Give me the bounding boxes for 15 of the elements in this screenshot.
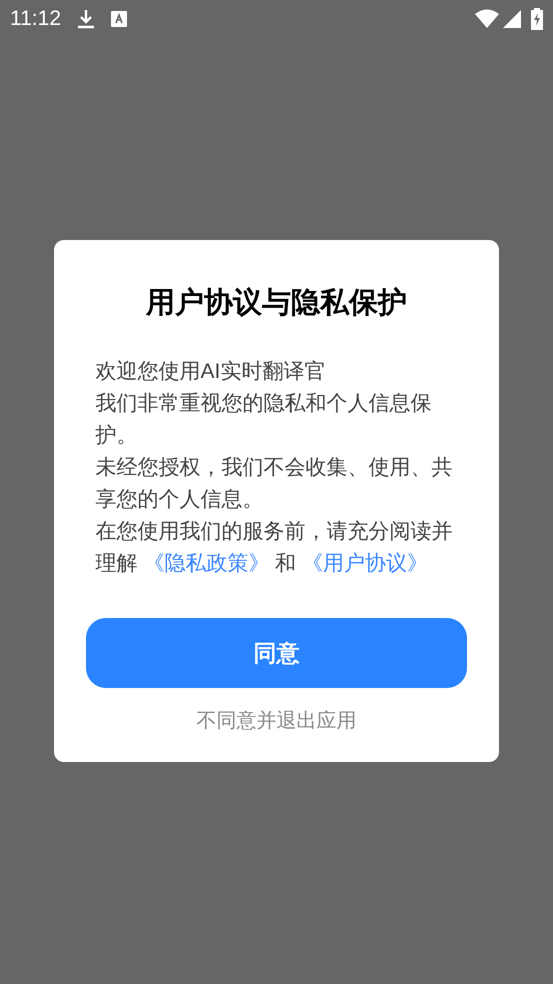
user-agreement-link[interactable]: 《用户协议》	[302, 552, 428, 575]
body-paragraph: 未经您授权，我们不会收集、使用、共享您的个人信息。	[96, 454, 454, 513]
body-paragraph: 我们非常重视您的隐私和个人信息保护。	[96, 390, 432, 449]
signal-icon	[503, 10, 521, 28]
body-paragraph: 在您使用我们的服务前，请充分阅读并理解 《隐私政策》 和 《用户协议》	[96, 518, 454, 577]
status-time: 11:12	[10, 6, 61, 32]
privacy-policy-link[interactable]: 《隐私政策》	[143, 552, 270, 575]
font-icon	[111, 11, 127, 27]
wifi-icon	[475, 9, 499, 29]
body-paragraph: 欢迎您使用AI实时翻译官	[96, 358, 326, 385]
battery-icon	[531, 8, 543, 30]
decline-link[interactable]: 不同意并退出应用	[196, 706, 356, 736]
dialog-title: 用户协议与隐私保护	[146, 286, 407, 322]
agree-button[interactable]: 同意	[86, 618, 467, 688]
download-icon	[77, 9, 95, 29]
